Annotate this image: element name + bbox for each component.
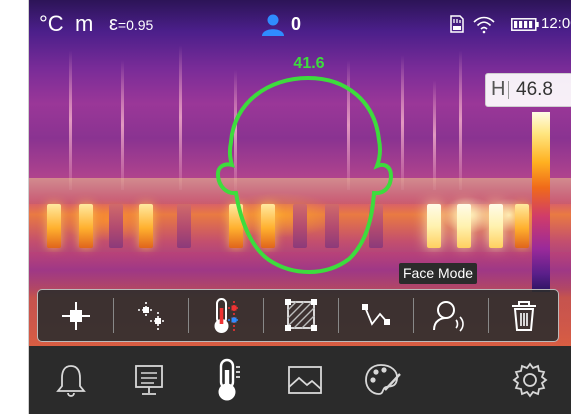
menu-alarm[interactable]: [32, 346, 110, 414]
detected-person-count: 0: [291, 14, 302, 34]
area-measure-tool[interactable]: [265, 290, 337, 341]
menu-palette[interactable]: [344, 346, 422, 414]
measurement-mode-indicator[interactable]: m: [75, 12, 93, 36]
delete-icon: [512, 300, 536, 331]
emissivity-symbol: ε: [109, 13, 118, 35]
high-temperature-box[interactable]: H 46.8: [485, 73, 571, 107]
face-outline: [215, 75, 394, 275]
person-icon: [262, 14, 284, 36]
face-temperature-reading: 41.6: [293, 55, 325, 72]
clock: 12:00AM: [541, 15, 571, 32]
palette-icon: [365, 364, 401, 395]
image-icon: [288, 366, 322, 394]
delete-tool[interactable]: [488, 290, 560, 341]
sd-card-icon: [450, 15, 464, 33]
menu-settings[interactable]: [491, 346, 569, 414]
toolbar-divider: [413, 298, 414, 333]
high-temperature-divider: [508, 81, 509, 99]
center-point-tool[interactable]: [40, 290, 112, 341]
device-bezel: [0, 0, 29, 414]
monitor-icon: [135, 365, 163, 395]
wifi-icon: [473, 16, 495, 34]
thermal-camera-screen: 41.6 °C m ε=0.95 0 12:00AM: [29, 0, 571, 414]
temperature-alarm-tool[interactable]: [190, 290, 262, 341]
toolbar-divider: [338, 298, 339, 333]
settings-gear-icon: [512, 362, 548, 398]
toolbar-divider: [113, 298, 114, 333]
toolbar-divider: [263, 298, 264, 333]
menu-measurement[interactable]: [188, 346, 266, 414]
face-mode-tooltip: Face Mode: [399, 263, 478, 284]
color-temperature-scale: [532, 112, 550, 292]
line-measure-icon: [362, 303, 390, 326]
temperature-alarm-icon: [214, 297, 240, 333]
battery-icon: [511, 18, 539, 31]
area-measure-icon: [285, 298, 317, 331]
emissivity-indicator[interactable]: ε=0.95: [109, 12, 153, 37]
multi-point-tool[interactable]: [115, 290, 187, 341]
toolbar-divider: [188, 298, 189, 333]
menu-display[interactable]: [110, 346, 188, 414]
high-temperature-value: 46.8: [516, 79, 553, 100]
status-bar: °C m ε=0.95 0 12:00AM: [29, 0, 571, 46]
multi-point-icon: [138, 301, 166, 330]
bell-icon: [56, 365, 86, 397]
line-measure-tool[interactable]: [340, 290, 412, 341]
center-point-icon: [62, 301, 90, 330]
temperature-unit-indicator[interactable]: °C: [39, 12, 64, 36]
thermometer-icon: [218, 358, 240, 401]
high-temperature-label: H: [491, 78, 506, 100]
bottom-menu-bar: [29, 346, 571, 414]
measurement-toolbar: [37, 289, 559, 342]
emissivity-value: =0.95: [117, 17, 154, 33]
face-mode-icon: [433, 300, 464, 332]
face-mode-tool[interactable]: [415, 290, 487, 341]
menu-image[interactable]: [266, 346, 344, 414]
